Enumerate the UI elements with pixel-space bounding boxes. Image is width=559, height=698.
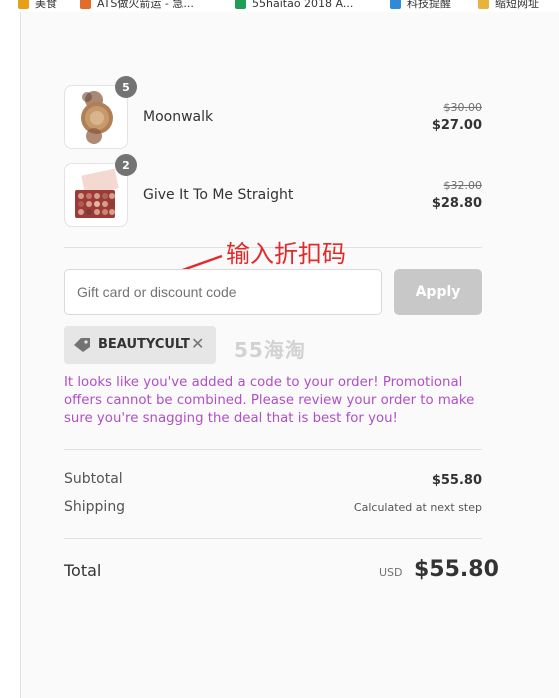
quantity-badge: 5: [115, 76, 137, 98]
bookmark-icon: [18, 0, 29, 9]
total-label: Total: [64, 561, 102, 580]
bookmark-label: 55haitao 2018 A...: [252, 0, 354, 10]
bookmark-item[interactable]: 科技提醒: [390, 0, 451, 11]
discount-code-label: BEAUTYCULT: [98, 337, 190, 352]
bookmark-label: 美食: [35, 0, 57, 10]
divider: [64, 449, 482, 450]
bookmark-icon: [80, 0, 91, 9]
divider: [64, 538, 482, 539]
bookmark-label: 科技提醒: [407, 0, 451, 10]
product-name: Moonwalk: [143, 109, 214, 125]
apply-button[interactable]: Apply: [394, 269, 482, 315]
promo-warning-message: It looks like you've added a code to you…: [64, 375, 475, 426]
bookmark-label: ATS做火箭运 - 急...: [97, 0, 194, 10]
shipping-label: Shipping: [64, 499, 126, 515]
original-price: $32.00: [443, 179, 483, 192]
remove-discount-icon[interactable]: ✕: [191, 334, 204, 353]
bookmark-item[interactable]: 缩短网址: [478, 0, 539, 11]
bookmark-label: 缩短网址: [495, 0, 539, 10]
bookmark-icon: [478, 0, 489, 9]
bookmark-icon: [390, 0, 401, 9]
total-value: $55.80: [414, 557, 499, 582]
bookmarks-bar: 美食 ATS做火箭运 - 急... 55haitao 2018 A... 科技提…: [0, 0, 559, 12]
annotation-text: 输入折扣码: [226, 240, 346, 268]
applied-discount-tag: BEAUTYCULT ✕: [64, 326, 216, 364]
bookmark-icon: [235, 0, 246, 9]
discount-code-placeholder: Gift card or discount code: [77, 284, 237, 300]
bookmark-item[interactable]: 美食: [18, 0, 57, 11]
shipping-value: Calculated at next step: [353, 501, 482, 514]
subtotal-label: Subtotal: [64, 471, 123, 487]
tag-icon: [74, 338, 90, 352]
discounted-price: $27.00: [431, 118, 482, 133]
bookmark-item[interactable]: ATS做火箭运 - 急...: [80, 0, 194, 11]
product-name: Give It To Me Straight: [143, 187, 294, 203]
discount-code-input[interactable]: Gift card or discount code: [64, 269, 382, 315]
currency-label: USD: [379, 566, 403, 579]
quantity-badge: 2: [115, 154, 137, 176]
original-price: $30.00: [443, 101, 483, 114]
left-gutter: [0, 12, 21, 698]
watermark: 55海淘: [234, 338, 306, 362]
discounted-price: $28.80: [431, 196, 482, 211]
bookmark-item[interactable]: 55haitao 2018 A...: [235, 0, 353, 11]
subtotal-value: $55.80: [431, 473, 482, 488]
